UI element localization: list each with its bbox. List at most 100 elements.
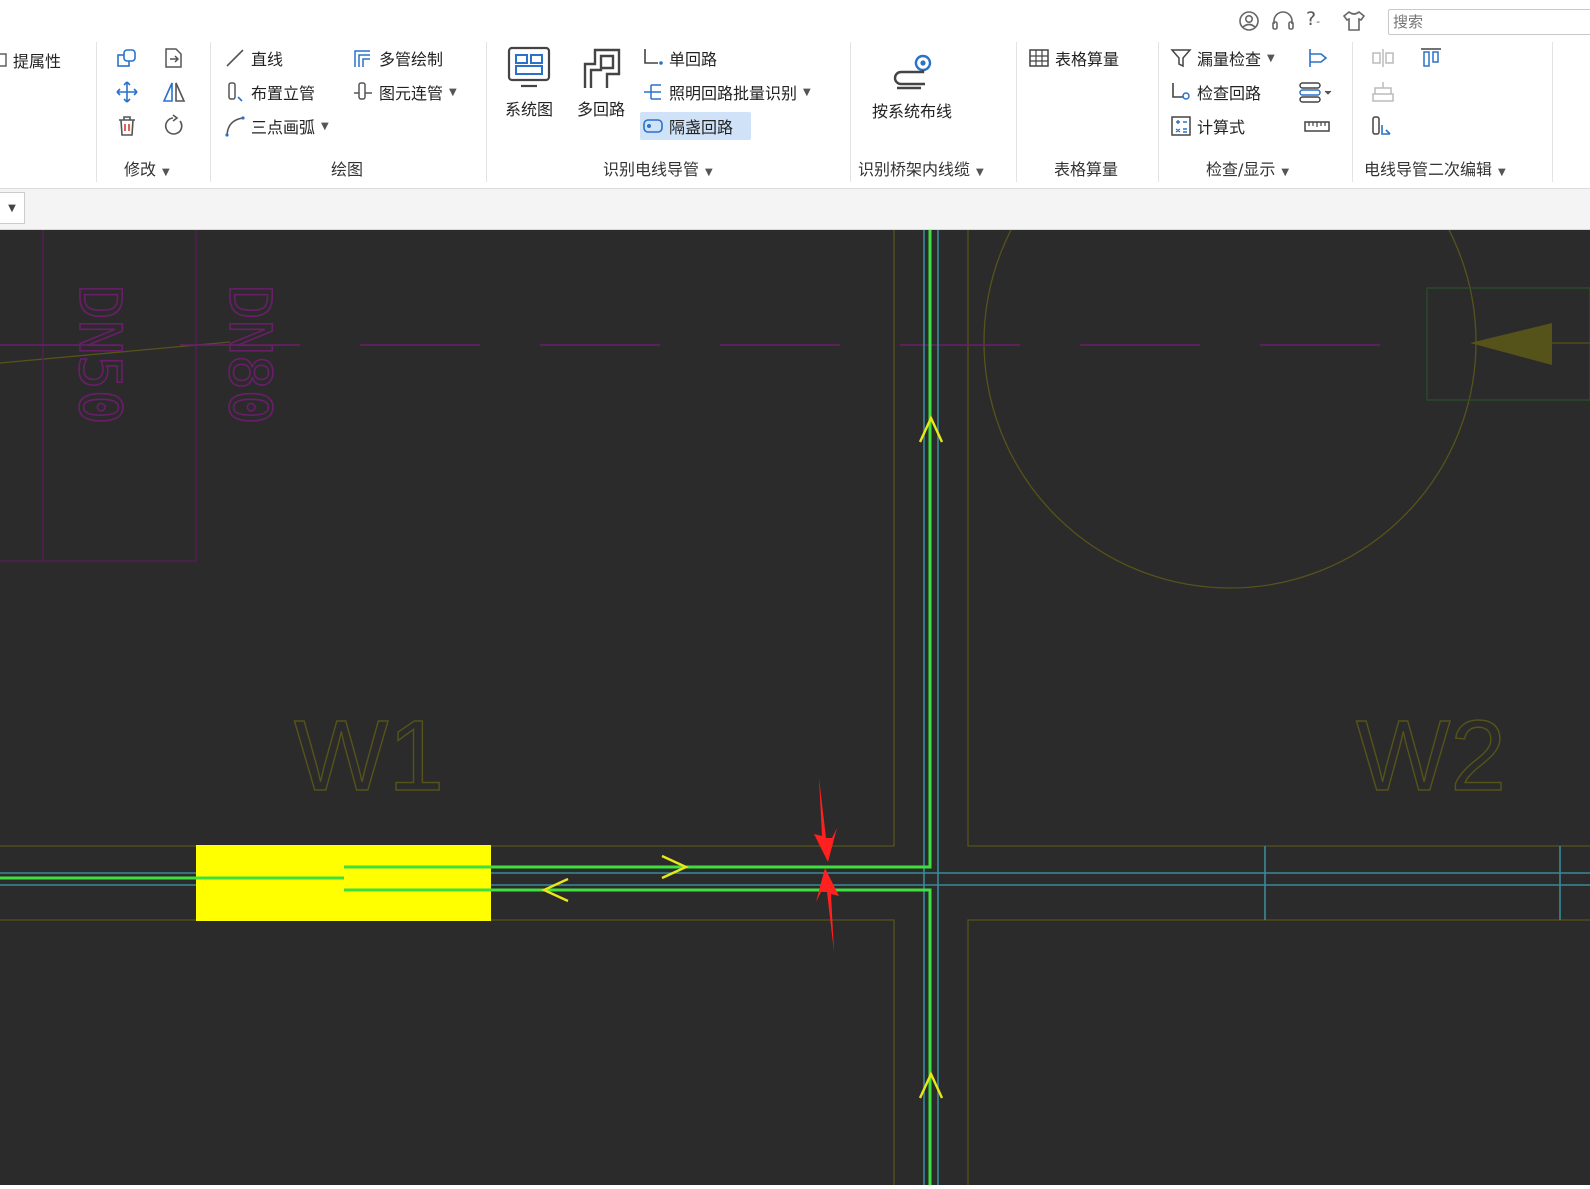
dn50-label: DN50 (66, 285, 134, 425)
calculator-icon (1171, 116, 1191, 136)
dn80-label: DN80 (216, 285, 284, 425)
check-circuit-label: 检查回路 (1197, 84, 1262, 103)
single-circuit-icon (644, 49, 663, 65)
isolate-circuit-button[interactable]: 隔盏回路 (640, 112, 752, 140)
multi-pipe-label: 多管绘制 (379, 50, 444, 69)
delete-icon[interactable] (114, 114, 140, 138)
single-circuit-label: 单回路 (669, 50, 718, 69)
properties-icon (0, 53, 7, 67)
move-icon[interactable] (114, 80, 140, 104)
help-label: ? (1306, 8, 1317, 30)
table-calc-label: 表格算量 (1055, 50, 1120, 69)
layer-display-icon[interactable] (1297, 80, 1335, 104)
search-input[interactable] (1389, 10, 1555, 34)
arc3-button[interactable]: 三点画弧 ▼ (224, 114, 329, 138)
check-circuit-button[interactable]: 检查回路 (1170, 80, 1261, 104)
highlight-block (196, 845, 491, 921)
split-icon[interactable] (1370, 46, 1396, 70)
green-circuits (0, 230, 932, 1185)
filter-icon (1170, 49, 1192, 68)
drawing-svg[interactable]: DN50 DN80 W1 W2 (0, 95, 1590, 1185)
lighting-batch-icon (644, 84, 661, 100)
by-system-wiring-button[interactable]: 按系统布线 (862, 44, 962, 122)
align-icon[interactable] (1418, 46, 1444, 70)
isolate-circuit-label: 隔盏回路 (669, 118, 734, 137)
formula-button[interactable]: 计算式 (1170, 114, 1245, 138)
modify-label-text: 修改 (124, 160, 157, 179)
chevron-down-icon: ▼ (705, 167, 713, 178)
document-dropdown[interactable]: ▼ (0, 192, 25, 224)
modify-group-label[interactable]: 修改 ▼ (124, 156, 170, 180)
pipe-edit-icon[interactable] (1370, 114, 1396, 138)
check-group-label[interactable]: 检查/显示 ▼ (1206, 156, 1289, 180)
chevron-down-icon: ▼ (1267, 52, 1275, 64)
table-calc-button[interactable]: 表格算量 (1028, 46, 1119, 70)
display-toggle-icon[interactable] (1305, 46, 1331, 70)
offset-icon[interactable] (161, 46, 187, 70)
chevron-down-icon: ▼ (1498, 167, 1506, 178)
chevron-down-icon: ▼ (162, 167, 170, 178)
system-diagram-button[interactable]: 系统图 (500, 44, 558, 120)
multi-circuit-label: 多回路 (576, 100, 625, 119)
isolate-circuit-icon (643, 119, 663, 133)
identify-group-label[interactable]: 识别电线导管 ▼ (603, 156, 713, 180)
cad-canvas[interactable]: DN50 DN80 W1 W2 (0, 95, 1590, 1185)
chevron-down-icon: ▼ (449, 86, 457, 98)
flow-arrows (541, 415, 944, 1099)
riser-button[interactable]: 布置立管 (224, 80, 315, 104)
system-diagram-label: 系统图 (504, 100, 553, 119)
room-w1-label: W1 (294, 700, 444, 812)
secondary-group-label[interactable]: 电线导管二次编辑 ▼ (1364, 156, 1506, 180)
system-diagram-icon (507, 46, 551, 88)
by-system-label: 按系统布线 (871, 102, 952, 121)
lighting-batch-button[interactable]: 照明回路批量识别 ▼ (642, 80, 811, 104)
document-tab-bar (0, 189, 1590, 230)
user-icon[interactable] (1237, 9, 1261, 33)
line-label: 直线 (251, 50, 284, 69)
route-icon (893, 54, 932, 90)
help-icon[interactable]: ?- (1306, 8, 1320, 30)
multi-pipe-button[interactable]: 多管绘制 (352, 46, 443, 70)
tree-icon[interactable] (1370, 80, 1396, 104)
table-label-text: 表格算量 (1054, 160, 1119, 179)
copy-icon[interactable] (114, 46, 140, 70)
lighting-batch-label: 照明回路批量识别 (669, 84, 798, 103)
search-box[interactable] (1388, 9, 1590, 35)
chevron-down-icon: ▼ (8, 202, 16, 214)
formula-label: 计算式 (1197, 118, 1246, 137)
chevron-down-icon: ▼ (976, 167, 984, 178)
missing-check-button[interactable]: 漏量检查 ▼ (1170, 46, 1275, 70)
ruler-icon[interactable] (1303, 114, 1331, 138)
riser-icon (228, 82, 243, 102)
identify-label-text: 识别电线导管 (603, 160, 700, 179)
extract-properties-button[interactable]: 提属性 (0, 48, 61, 72)
headset-icon[interactable] (1270, 9, 1296, 33)
room-w2-label: W2 (1356, 700, 1506, 812)
mirror-icon[interactable] (161, 80, 187, 104)
multi-circuit-button[interactable]: 多回路 (572, 44, 630, 120)
table-group-label: 表格算量 (1054, 156, 1118, 180)
chevron-down-icon: ▼ (803, 86, 811, 98)
line-button[interactable]: 直线 (224, 46, 283, 70)
tray-label-text: 识别桥架内线缆 (858, 160, 971, 179)
connect-label: 图元连管 (379, 84, 444, 103)
chevron-down-icon: ▼ (321, 120, 329, 132)
single-circuit-button[interactable]: 单回路 (642, 46, 717, 70)
tray-group-label[interactable]: 识别桥架内线缆 ▼ (858, 156, 984, 180)
title-bar: ?- (0, 0, 1590, 38)
arc-icon (225, 116, 245, 137)
arc3-label: 三点画弧 (251, 118, 316, 137)
check-circuit-icon (1172, 83, 1190, 100)
extract-properties-label: 提属性 (13, 52, 62, 71)
chevron-down-icon: ▼ (1281, 167, 1290, 178)
table-icon (1029, 49, 1049, 67)
shirt-icon[interactable] (1341, 9, 1367, 33)
direction-arrowhead (1470, 323, 1552, 365)
rotate-icon[interactable] (161, 114, 187, 138)
secondary-label-text: 电线导管二次编辑 (1364, 160, 1493, 179)
red-annotation-arrows (814, 778, 839, 952)
draw-label-text: 绘图 (331, 160, 364, 179)
connect-pipe-button[interactable]: 图元连管 ▼ (352, 80, 457, 104)
riser-label: 布置立管 (251, 84, 316, 103)
missing-check-label: 漏量检查 (1197, 50, 1262, 69)
